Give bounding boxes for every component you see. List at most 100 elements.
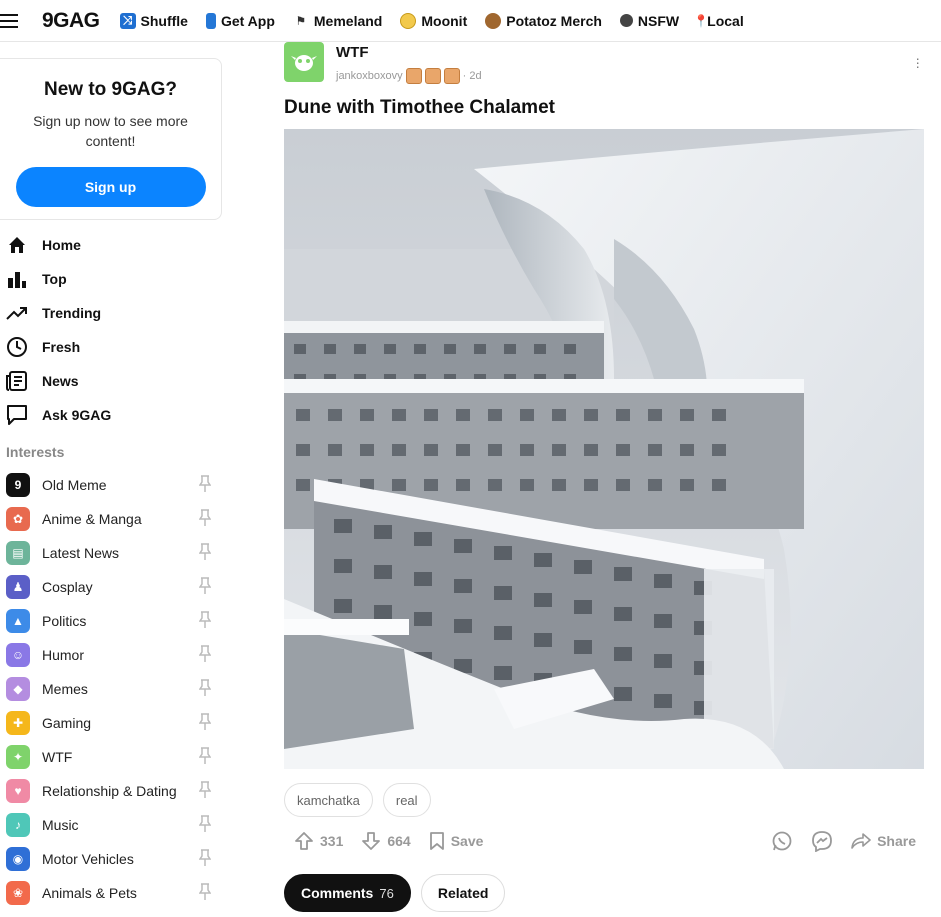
whatsapp-share-button[interactable] xyxy=(771,830,793,852)
interest-item[interactable]: ♥ Relationship & Dating xyxy=(6,774,216,808)
nav-item-home[interactable]: Home xyxy=(6,228,111,262)
potato-icon xyxy=(485,12,502,29)
interest-icon: ◆ xyxy=(6,677,30,701)
nav-item-ask-9gag[interactable]: Ask 9GAG xyxy=(6,398,111,432)
nav-link-nsfw[interactable]: NSFW xyxy=(619,12,680,29)
nav-link-local[interactable]: 📍 Local xyxy=(693,12,744,29)
main-nav: Home Top Trending Fresh News Ask 9GAG xyxy=(6,228,111,432)
newspaper-icon xyxy=(6,370,28,392)
interest-icon: ♥ xyxy=(6,779,30,803)
upvote-count: 331 xyxy=(320,833,344,849)
flag-icon: ⚑ xyxy=(295,13,307,28)
save-label: Save xyxy=(450,833,484,849)
pin-icon: 📍 xyxy=(693,13,709,28)
tag-chip[interactable]: real xyxy=(382,783,431,817)
header-links: ⤨ Shuffle Get App ⚑ Memeland Moonit Pota… xyxy=(119,12,744,29)
downvote-button[interactable]: 664 xyxy=(361,831,411,851)
interest-label: Animals & Pets xyxy=(42,885,137,901)
post-image[interactable] xyxy=(284,129,924,769)
tab-comments[interactable]: Comments 76 xyxy=(284,874,411,912)
bomb-icon xyxy=(619,14,633,27)
post-header: WTF jankoxboxovy · 2d · · · xyxy=(284,42,924,92)
interest-label: Memes xyxy=(42,681,88,697)
interest-label: Old Meme xyxy=(42,477,107,493)
interest-item[interactable]: ✿ Anime & Manga xyxy=(6,502,216,536)
nav-item-label: Home xyxy=(42,237,81,253)
interest-item[interactable]: ✦ WTF xyxy=(6,740,216,774)
post-actions: 331 664 Save Share xyxy=(294,829,924,853)
sign-up-button[interactable]: Sign up xyxy=(15,167,206,207)
arrow-down-icon xyxy=(362,832,381,850)
tag-chip[interactable]: kamchatka xyxy=(284,783,373,817)
pin-icon[interactable] xyxy=(198,814,212,836)
upvote-button[interactable]: 331 xyxy=(294,831,343,851)
save-button[interactable]: Save xyxy=(429,831,484,851)
interest-item[interactable]: ❀ Animals & Pets xyxy=(6,876,216,910)
top-navbar: 9GAG ⤨ Shuffle Get App ⚑ Memeland Moonit… xyxy=(0,0,941,42)
pin-icon[interactable] xyxy=(198,678,212,700)
interest-icon: ✿ xyxy=(6,507,30,531)
interest-label: Cosplay xyxy=(42,579,93,595)
nav-link-memeland[interactable]: ⚑ Memeland xyxy=(293,13,383,29)
post-meta: jankoxboxovy · 2d xyxy=(336,68,482,84)
author-name[interactable]: jankoxboxovy xyxy=(336,70,403,82)
interest-icon: ▲ xyxy=(6,609,30,633)
interest-item[interactable]: 9 Old Meme xyxy=(6,468,216,502)
nav-item-fresh[interactable]: Fresh xyxy=(6,330,111,364)
comments-count: 76 xyxy=(379,885,394,901)
interest-icon: ◉ xyxy=(6,847,30,871)
interest-item[interactable]: ◉ Motor Vehicles xyxy=(6,842,216,876)
nav-link-label: Local xyxy=(707,12,744,29)
interest-item[interactable]: ▤ Latest News xyxy=(6,536,216,570)
interest-item[interactable]: ♪ Music xyxy=(6,808,216,842)
pin-icon[interactable] xyxy=(198,848,212,870)
pin-icon[interactable] xyxy=(198,542,212,564)
badge-icon xyxy=(424,68,441,84)
nav-link-potatoz-merch[interactable]: Potatoz Merch xyxy=(485,12,602,29)
site-logo[interactable]: 9GAG xyxy=(42,9,100,33)
messenger-share-button[interactable] xyxy=(811,830,833,852)
nav-item-top[interactable]: Top xyxy=(6,262,111,296)
nav-item-trending[interactable]: Trending xyxy=(6,296,111,330)
post-tabs: Comments 76 Related xyxy=(284,874,506,912)
badge-icon xyxy=(443,68,460,84)
interest-item[interactable]: ▲ Politics xyxy=(6,604,216,638)
badge-icon xyxy=(405,68,422,84)
section-name[interactable]: WTF xyxy=(336,44,368,61)
clock-icon xyxy=(6,336,28,358)
interest-label: Relationship & Dating xyxy=(42,783,177,799)
share-button[interactable]: Share xyxy=(851,832,916,850)
nav-link-moonit[interactable]: Moonit xyxy=(400,12,467,29)
menu-icon[interactable] xyxy=(0,13,20,28)
bookmark-icon xyxy=(429,832,444,850)
interest-item[interactable]: ♟ Cosplay xyxy=(6,570,216,604)
pin-icon[interactable] xyxy=(198,882,212,904)
pin-icon[interactable] xyxy=(198,780,212,802)
pin-icon[interactable] xyxy=(198,610,212,632)
pin-icon[interactable] xyxy=(198,508,212,530)
nav-item-label: Fresh xyxy=(42,339,81,355)
signup-card: New to 9GAG? Sign up now to see more con… xyxy=(0,58,222,220)
nav-link-label: Get App xyxy=(220,12,275,29)
pin-icon[interactable] xyxy=(198,474,212,496)
interest-label: Humor xyxy=(42,647,85,663)
interest-icon: ♪ xyxy=(6,813,30,837)
section-avatar[interactable] xyxy=(284,42,324,82)
tab-related[interactable]: Related xyxy=(420,874,506,912)
nav-link-shuffle[interactable]: ⤨ Shuffle xyxy=(119,12,188,29)
nav-link-label: NSFW xyxy=(637,12,680,29)
nav-item-news[interactable]: News xyxy=(6,364,111,398)
pin-icon[interactable] xyxy=(198,644,212,666)
interest-item[interactable]: ☺ Humor xyxy=(6,638,216,672)
more-options-icon[interactable]: · · · xyxy=(915,51,920,73)
pin-icon[interactable] xyxy=(198,746,212,768)
nav-link-get-app[interactable]: Get App xyxy=(205,12,275,29)
whatsapp-icon xyxy=(772,831,792,851)
pin-icon[interactable] xyxy=(198,712,212,734)
trending-icon xyxy=(6,302,28,324)
interest-item[interactable]: ✚ Gaming xyxy=(6,706,216,740)
tab-related-label: Related xyxy=(437,885,489,901)
pin-icon[interactable] xyxy=(198,576,212,598)
interest-item[interactable]: ◆ Memes xyxy=(6,672,216,706)
coin-icon xyxy=(400,12,417,29)
